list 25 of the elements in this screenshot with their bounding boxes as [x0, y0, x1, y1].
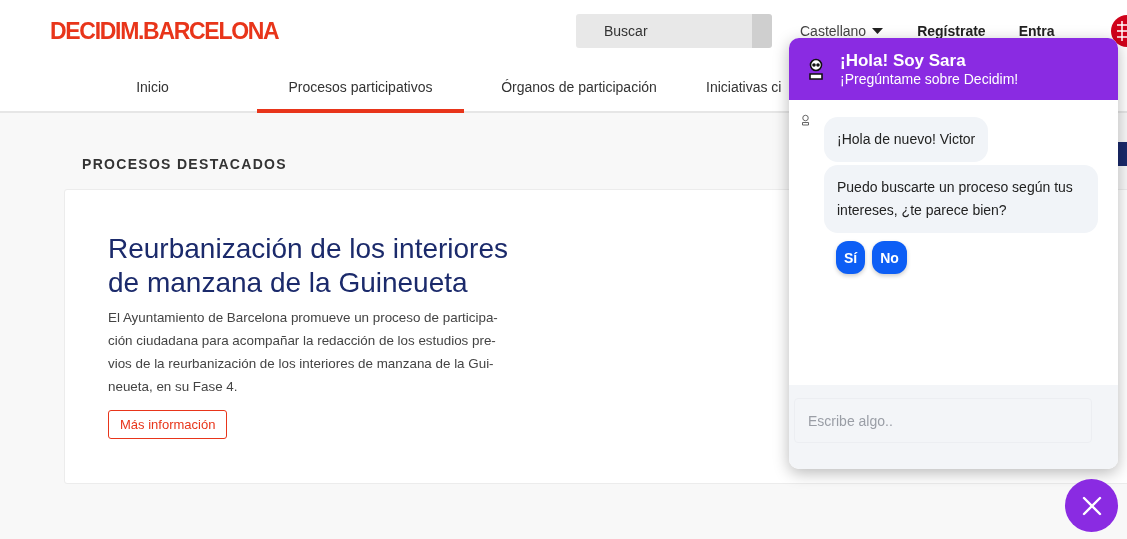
nav-tab[interactable]: Iniciativas ci	[706, 62, 782, 113]
chat-message: Puedo buscarte un proceso según tus intereses, ¿te parece bien?	[824, 165, 1098, 233]
robot-avatar-icon	[801, 114, 810, 126]
chat-title: ¡Hola! Soy Sara	[840, 51, 967, 71]
caret-icon	[872, 28, 884, 34]
chat-message: ¡Hola de nuevo! Victor	[824, 117, 989, 162]
quick-reply-button[interactable]: Sí	[836, 241, 866, 274]
site-logo[interactable]: DECIDIM.BARCELONA	[50, 17, 279, 45]
search-field[interactable]: Buscar	[576, 14, 752, 48]
close-icon	[1081, 495, 1102, 516]
header-link[interactable]: Regístrate	[917, 23, 986, 39]
quick-reply-button[interactable]: No	[872, 241, 907, 274]
close-button[interactable]	[1065, 479, 1118, 532]
language-dropdown[interactable]: Castellano	[800, 23, 884, 39]
header-link[interactable]: Entra	[1018, 23, 1055, 39]
section-heading: PROCESOS DESTACADOS	[82, 156, 288, 172]
nav-tab[interactable]: Órganos de participación	[479, 62, 679, 113]
process-description: El Ayuntamiento de Barcelona promueve un proceso de participa- ción ciudadana para acompañar la redacción de los estudios pre- vios de la reurbanización de los interiores de manzana de la Gui- neueta, en su Fase 4.	[108, 309, 499, 396]
nav-tab[interactable]: Procesos participativos	[257, 62, 464, 113]
process-title[interactable]: Reurbanización de los interiores de manzana de la Guineueta	[108, 232, 528, 300]
robot-avatar-icon	[807, 58, 825, 80]
more-info-button[interactable]: Más información	[108, 410, 228, 439]
message-input[interactable]: Escribe algo..	[794, 398, 1092, 443]
chat-subtitle: ¡Pregúntame sobre Decidim!	[840, 71, 1019, 87]
nav-tab[interactable]: Inicio	[100, 62, 205, 113]
